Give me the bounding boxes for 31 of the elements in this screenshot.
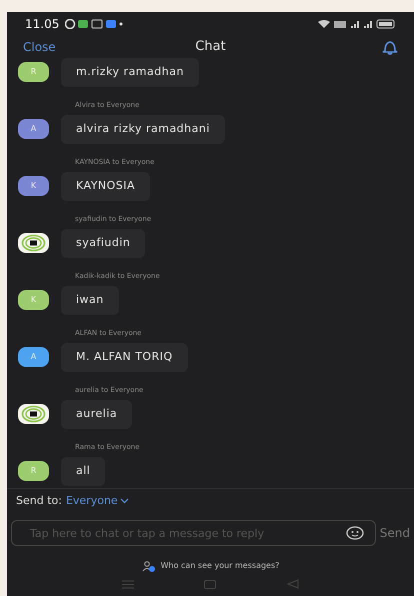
logo-avatar-icon xyxy=(18,404,49,424)
privacy-link[interactable]: Who can see your messages? xyxy=(160,560,280,572)
avatar: A xyxy=(18,119,49,140)
avatar: A xyxy=(18,347,49,368)
send-button[interactable]: Send xyxy=(378,524,410,542)
chat-title: Chat xyxy=(195,38,226,56)
avatar: K xyxy=(18,176,49,196)
emoji-icon[interactable] xyxy=(346,526,364,540)
avatar: R xyxy=(18,461,49,482)
home-icon[interactable] xyxy=(204,580,216,588)
message-bubble[interactable]: syafiudin xyxy=(61,229,146,258)
message-bubble[interactable]: alvira rizky ramadhani xyxy=(61,115,225,144)
menu-icon[interactable] xyxy=(122,580,134,588)
recipient-dropdown[interactable]: Everyone xyxy=(66,493,129,510)
logo-avatar-icon xyxy=(18,233,49,254)
send-to-label: Send to: xyxy=(16,493,62,509)
status-time: 11.05 xyxy=(25,16,60,33)
chevron-down-icon xyxy=(120,498,129,504)
message-bubble[interactable]: iwan xyxy=(61,286,119,314)
message-bubble[interactable]: aurelia xyxy=(61,400,132,428)
people-icon xyxy=(142,560,156,572)
back-icon[interactable] xyxy=(286,579,299,589)
message-bubble[interactable]: all xyxy=(61,457,106,486)
close-button[interactable]: Close xyxy=(23,38,56,56)
bell-icon[interactable] xyxy=(382,40,398,54)
message-bubble[interactable]: m.rizky ramadhan xyxy=(61,58,199,86)
message-bubble[interactable]: M. ALFAN TORIQ xyxy=(61,343,188,372)
notification-icons xyxy=(65,19,124,29)
avatar: R xyxy=(18,62,49,82)
avatar: K xyxy=(18,290,49,310)
message-bubble[interactable]: KAYNOSIA xyxy=(61,172,150,200)
